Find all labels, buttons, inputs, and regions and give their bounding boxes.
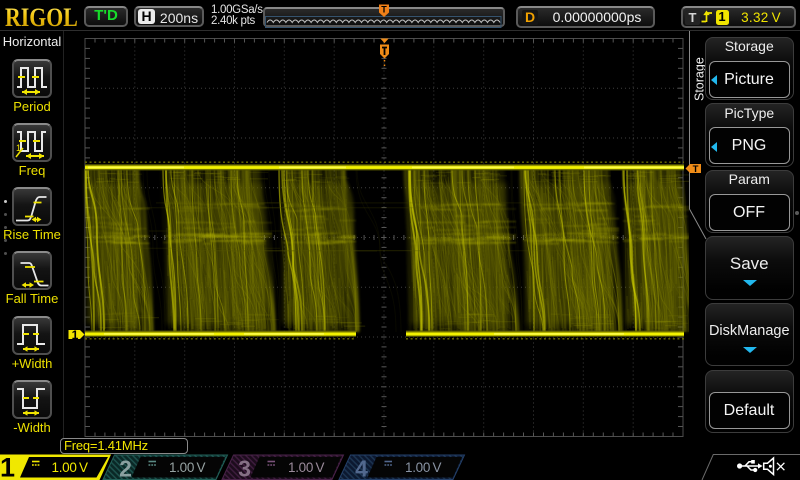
svg-text:4: 4: [355, 456, 368, 480]
svg-text:1.00 V: 1.00 V: [405, 460, 441, 475]
svg-text:1: 1: [0, 454, 15, 480]
svg-text:T: T: [693, 164, 699, 175]
svg-text:1.00 V: 1.00 V: [288, 460, 324, 475]
svg-text:1: 1: [72, 328, 79, 342]
svg-text:T: T: [381, 5, 387, 15]
svg-text:1.00 V: 1.00 V: [169, 460, 205, 475]
svg-text:3: 3: [238, 456, 251, 480]
svg-text:2: 2: [119, 456, 132, 480]
svg-text:1.00 V: 1.00 V: [52, 460, 88, 475]
